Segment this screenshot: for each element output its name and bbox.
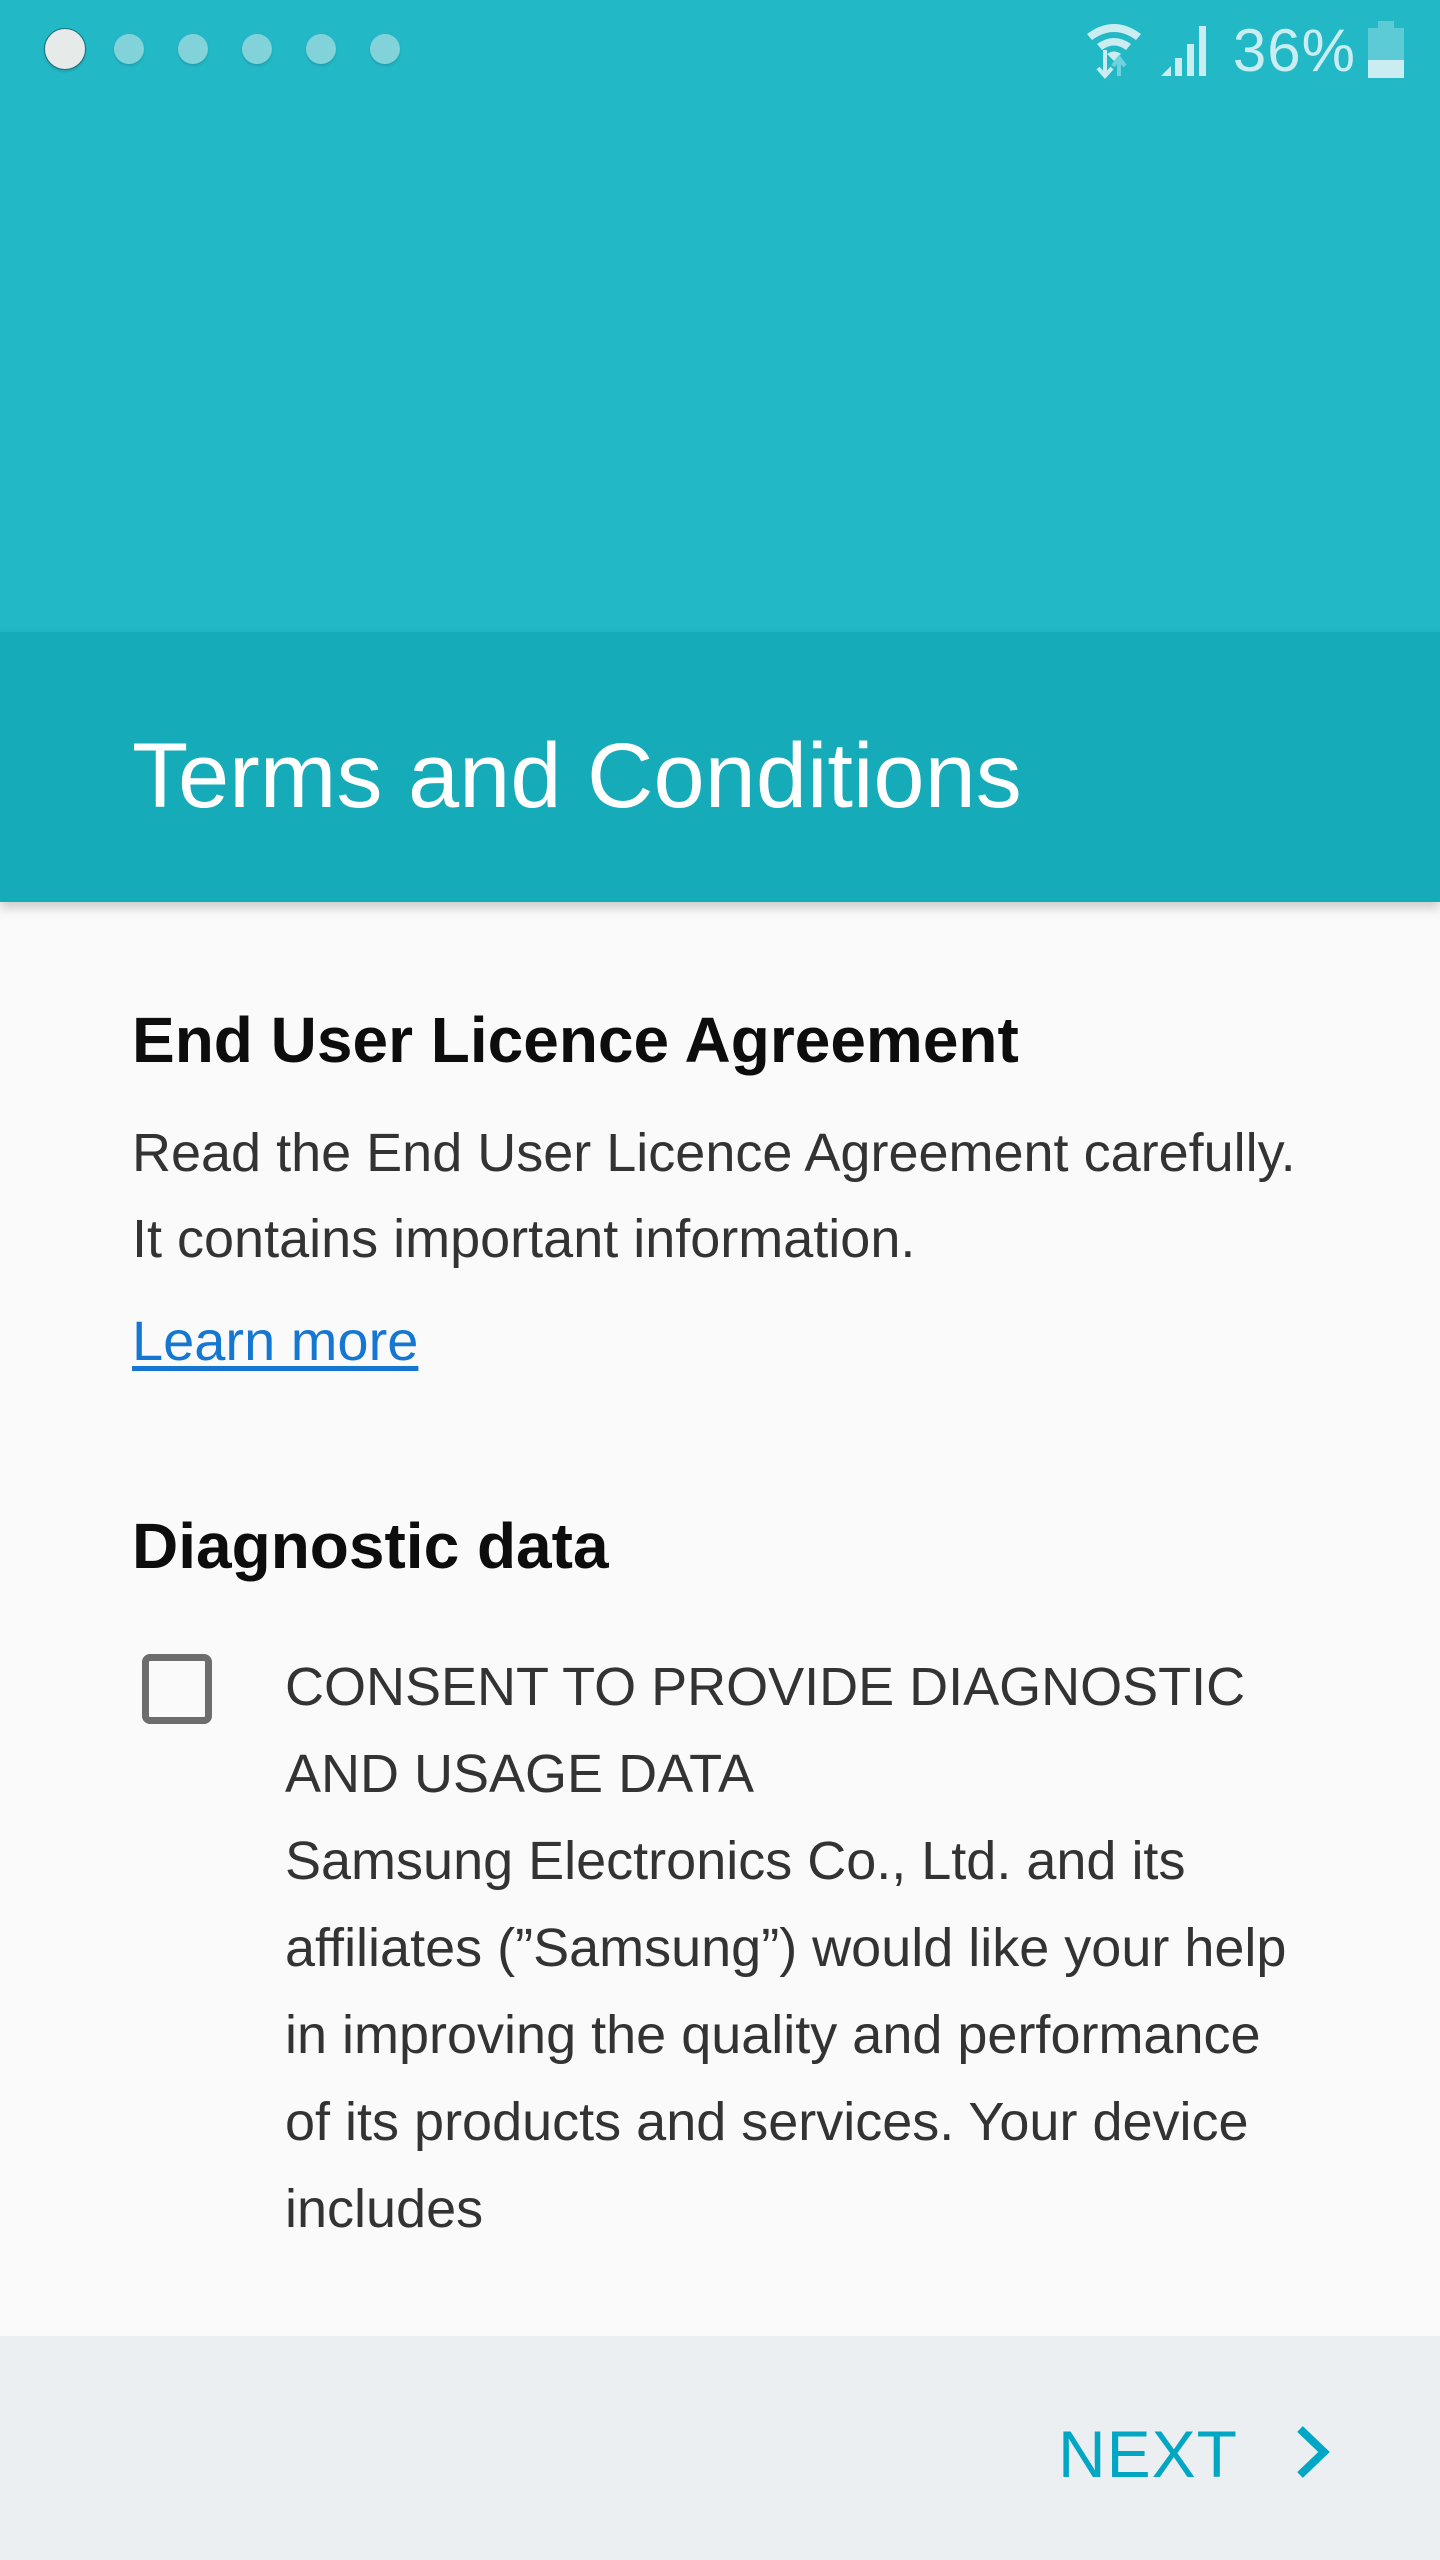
signal-strength-icon	[1159, 22, 1215, 78]
header-band: Terms and Conditions	[0, 632, 1440, 902]
page-indicator-dot-active	[44, 28, 86, 70]
chevron-right-icon	[1296, 2425, 1330, 2484]
content-area: End User Licence Agreement Read the End …	[132, 990, 1332, 2253]
learn-more-link[interactable]: Learn more	[132, 1296, 418, 1386]
consent-heading: CONSENT TO PROVIDE DIAGNOSTIC AND USAGE …	[285, 1657, 1246, 1804]
consent-text: CONSENT TO PROVIDE DIAGNOSTIC AND USAGE …	[285, 1644, 1295, 2253]
page-title: Terms and Conditions	[132, 725, 1022, 827]
page-indicator-dot	[242, 34, 272, 64]
battery-percent: 36%	[1232, 16, 1356, 84]
page-indicator-dot	[114, 34, 144, 64]
diagnostic-section-title: Diagnostic data	[132, 1510, 609, 1582]
bottom-navigation-bar: NEXT	[0, 2336, 1440, 2560]
status-bar: 36%	[0, 0, 1440, 100]
next-button[interactable]: NEXT	[1058, 2416, 1330, 2492]
consent-checkbox-row[interactable]: CONSENT TO PROVIDE DIAGNOSTIC AND USAGE …	[132, 1644, 1332, 2253]
page-indicator-dot	[370, 34, 400, 64]
next-button-label: NEXT	[1057, 2417, 1238, 2491]
page-indicator	[42, 28, 434, 70]
eula-section-title: End User Licence Agreement	[132, 1004, 1019, 1076]
page-indicator-dot	[178, 34, 208, 64]
consent-checkbox[interactable]	[142, 1654, 212, 1724]
battery-icon	[1366, 21, 1406, 79]
page-indicator-dot	[306, 34, 336, 64]
consent-body: Samsung Electronics Co., Ltd. and its af…	[285, 1831, 1287, 2239]
eula-description: Read the End User Licence Agreement care…	[132, 1123, 1296, 1269]
status-icons: 36%	[1085, 17, 1406, 84]
wifi-data-icon	[1085, 20, 1145, 80]
top-banner: 36%	[0, 0, 1440, 632]
